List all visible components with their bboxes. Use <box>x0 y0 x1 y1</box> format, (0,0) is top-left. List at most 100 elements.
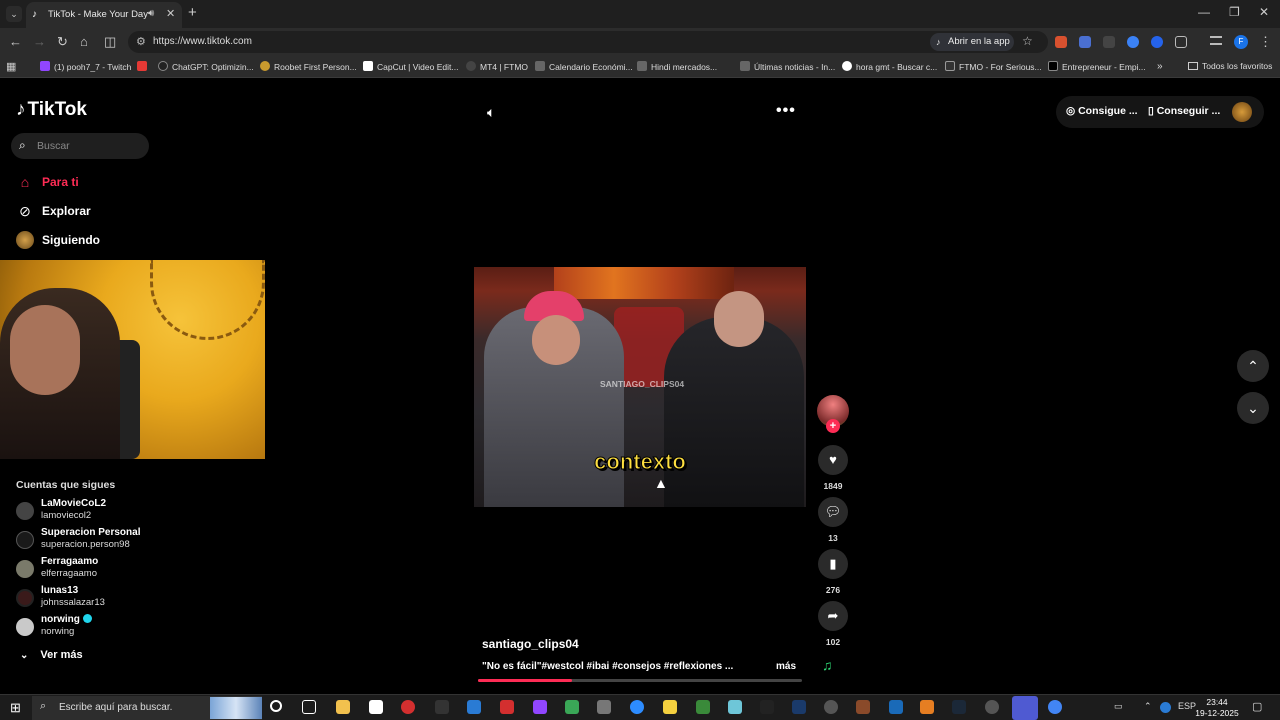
share-button[interactable]: ➦ <box>818 601 848 631</box>
all-favorites-folder[interactable]: Todos los favoritos <box>1188 61 1272 71</box>
opera-icon[interactable] <box>401 700 415 714</box>
new-tab-button[interactable]: + <box>188 5 197 21</box>
tab-search-icon[interactable]: ⌄ <box>6 6 22 22</box>
tab-close-icon[interactable]: ✕ <box>166 7 175 20</box>
more-options-icon[interactable]: ••• <box>776 102 796 120</box>
split-view-icon[interactable]: ◫ <box>104 34 116 50</box>
more-bookmarks-icon[interactable]: » <box>1157 61 1163 72</box>
video-player[interactable]: SANTIAGO_CLIPS04 contexto <box>474 267 806 507</box>
app-icon[interactable] <box>728 700 742 714</box>
get-app-button[interactable]: ▯ Conseguir ... <box>1148 105 1220 117</box>
followed-account[interactable]: lunas13 johnssalazar13 <box>16 585 166 611</box>
app-icon[interactable] <box>565 700 579 714</box>
extension-icon[interactable] <box>1055 36 1067 48</box>
followed-account[interactable]: Superacion Personal superacion.person98 <box>16 527 166 553</box>
video-author[interactable]: santiago_clips04 <box>482 637 579 651</box>
browser-tab[interactable]: ♪ TikTok - Make Your Day 🔊︎ ✕ <box>26 2 182 28</box>
apps-grid-icon[interactable]: ▦ <box>6 59 16 75</box>
tab-audio-icon[interactable]: 🔊︎ <box>148 8 154 19</box>
task-view-icon[interactable] <box>302 700 316 714</box>
search-input[interactable]: ⌕ Buscar <box>11 133 149 159</box>
open-in-app-button[interactable]: ♪ Abrir en la app <box>930 33 1014 51</box>
bookmark-item[interactable]: ChatGPT: Optimizin... <box>158 61 254 72</box>
app-icon[interactable] <box>920 700 934 714</box>
bookmark-item[interactable]: Últimas noticias - In... <box>740 61 835 72</box>
bookmark-item[interactable] <box>137 61 151 72</box>
settings-icon[interactable] <box>824 700 838 714</box>
capcut-icon[interactable] <box>760 700 774 714</box>
discord-icon[interactable] <box>1012 696 1038 720</box>
like-button[interactable]: ♥ <box>818 445 848 475</box>
forward-icon[interactable]: → <box>33 34 46 50</box>
reading-list-icon[interactable] <box>1210 36 1222 45</box>
cortana-icon[interactable] <box>270 700 282 712</box>
app-icon[interactable] <box>597 700 611 714</box>
notepad-icon[interactable] <box>369 700 383 714</box>
twitch-icon[interactable] <box>533 700 547 714</box>
file-explorer-icon[interactable] <box>336 700 350 714</box>
bookmark-item[interactable]: CapCut | Video Edit... <box>363 61 458 72</box>
sticky-notes-icon[interactable] <box>663 700 677 714</box>
followed-account[interactable]: LaMovieCoL2 lamoviecol2 <box>16 498 166 524</box>
app-icon[interactable] <box>985 700 999 714</box>
address-bar[interactable]: ⚙ https://www.tiktok.com ♪ Abrir en la a… <box>128 31 1048 53</box>
chrome-icon[interactable] <box>1048 700 1062 714</box>
steam-icon[interactable] <box>952 700 966 714</box>
close-window-icon[interactable]: ✕ <box>1259 5 1269 19</box>
tray-chevron-icon[interactable]: ⌃ <box>1144 701 1152 712</box>
back-icon[interactable]: ← <box>9 34 22 50</box>
next-video-button[interactable]: ⌄ <box>1237 392 1269 424</box>
taskbar-clock[interactable]: 23:44 19-12-2025 <box>1194 697 1240 719</box>
video-progress-bar[interactable] <box>478 679 802 682</box>
profile-avatar[interactable]: F <box>1234 35 1248 49</box>
follow-plus-icon[interactable]: + <box>826 419 840 433</box>
nav-explore[interactable]: ⊘ Explorar <box>16 200 156 222</box>
app-icon[interactable] <box>435 700 449 714</box>
extension-icon[interactable] <box>1151 36 1163 48</box>
previous-video-button[interactable]: ⌃ <box>1237 350 1269 382</box>
bookmark-item[interactable]: (1) pooh7_7 - Twitch <box>40 61 131 72</box>
bookmark-item[interactable]: FTMO - For Serious... <box>945 61 1042 72</box>
taskbar-search-input[interactable]: ⌕ Escribe aquí para buscar. <box>32 696 262 720</box>
comment-button[interactable]: 💬︎ <box>818 497 848 527</box>
bookmark-item[interactable]: Roobet First Person... <box>260 61 357 72</box>
extension-icon[interactable] <box>1127 36 1139 48</box>
reload-icon[interactable]: ↻ <box>57 34 68 50</box>
save-button[interactable]: ▮ <box>818 549 848 579</box>
app-icon[interactable] <box>467 700 481 714</box>
followed-account[interactable]: Ferragaamo elferragaamo <box>16 556 166 582</box>
music-disc-icon[interactable]: ♫ <box>822 657 833 673</box>
extensions-puzzle-icon[interactable] <box>1175 36 1187 48</box>
minimize-icon[interactable]: — <box>1198 5 1210 19</box>
more-description-button[interactable]: más <box>776 661 796 672</box>
restore-icon[interactable]: ❐ <box>1229 5 1240 19</box>
bookmark-star-icon[interactable]: ☆ <box>1022 34 1033 48</box>
notifications-icon[interactable]: ▢ <box>1252 700 1262 713</box>
browser-menu-icon[interactable]: ⋮ <box>1259 34 1272 50</box>
volume-icon[interactable]: 🔈︎ <box>487 104 495 121</box>
zoom-icon[interactable] <box>630 700 644 714</box>
bookmark-item[interactable]: Entrepreneur - Empi... <box>1048 61 1146 72</box>
bookmark-item[interactable]: MT4 | FTMO <box>466 61 528 72</box>
nav-following[interactable]: Siguiendo <box>16 229 156 251</box>
nav-for-you[interactable]: ⌂ Para ti <box>16 171 156 193</box>
app-icon[interactable] <box>792 700 806 714</box>
network-display-icon[interactable]: ▭ <box>1114 701 1123 712</box>
get-coins-button[interactable]: ◎ Consigue ... <box>1066 105 1138 117</box>
followed-account[interactable]: norwing norwing <box>16 614 166 640</box>
translate-extension-icon[interactable] <box>1079 36 1091 48</box>
windows-start-icon[interactable]: ⊞ <box>10 700 21 716</box>
tiktok-logo[interactable]: ♪ TikTok <box>16 99 87 121</box>
minecraft-icon[interactable] <box>696 700 710 714</box>
site-info-icon[interactable]: ⚙ <box>136 35 146 48</box>
home-browser-icon[interactable]: ⌂ <box>80 34 88 50</box>
app-icon[interactable] <box>889 700 903 714</box>
bookmark-item[interactable]: Hindi mercados... <box>637 61 717 72</box>
see-more-button[interactable]: ⌄ Ver más <box>20 649 83 661</box>
tray-app-icon[interactable] <box>1160 702 1171 713</box>
bookmark-item[interactable]: hora gmt - Buscar c... <box>842 61 937 72</box>
bookmark-item[interactable]: Calendario Económi... <box>535 61 633 72</box>
app-icon[interactable] <box>500 700 514 714</box>
extension-icon[interactable] <box>1103 36 1115 48</box>
user-avatar[interactable] <box>1232 102 1252 122</box>
